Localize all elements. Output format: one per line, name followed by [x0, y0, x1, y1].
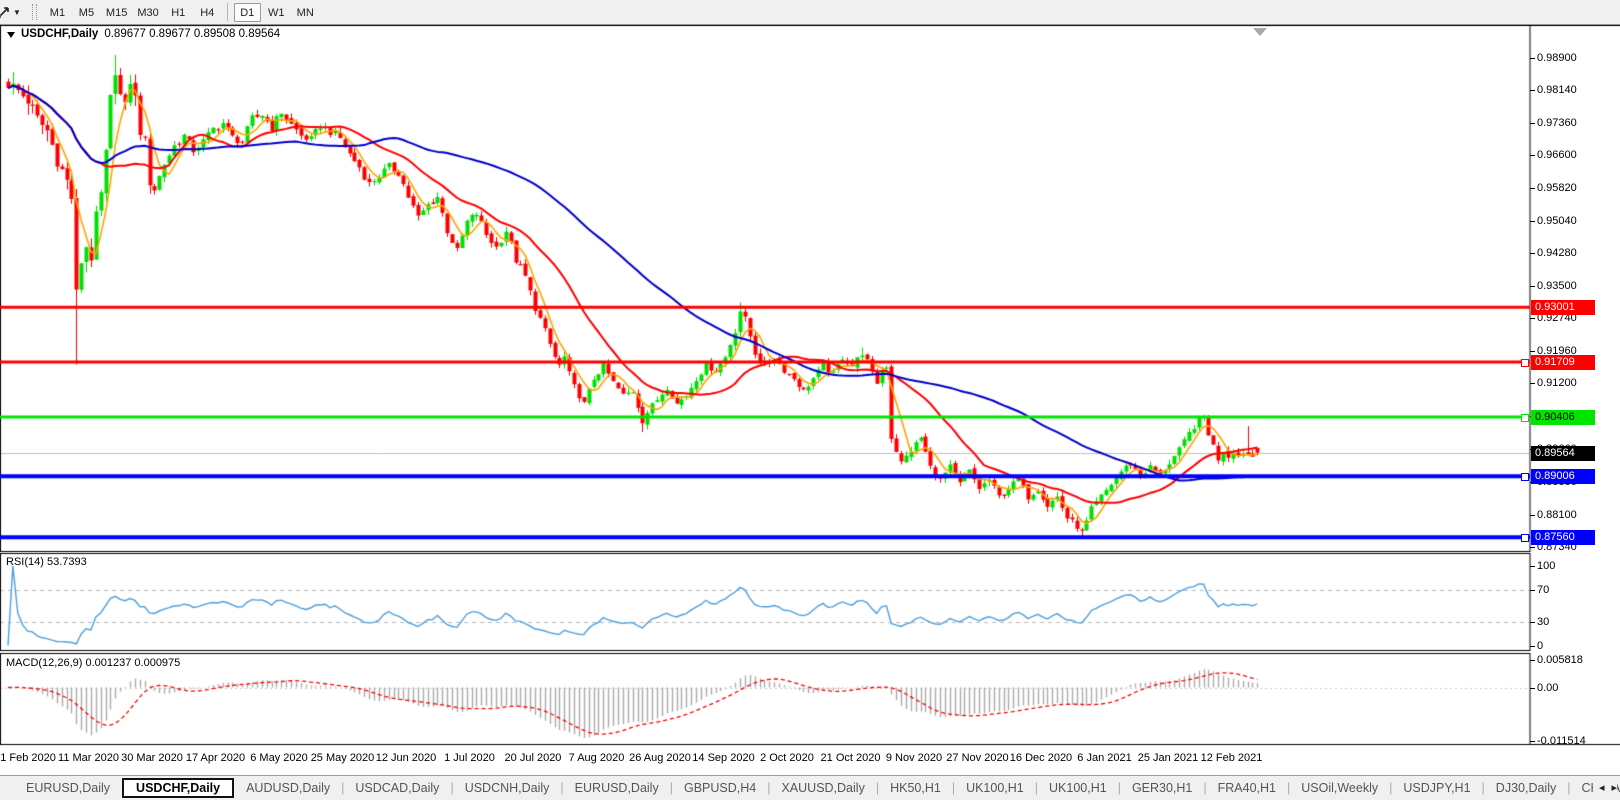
rsi-tick-label: 30 — [1537, 615, 1549, 629]
axis-tick-mark — [1530, 155, 1535, 156]
axis-tick-mark — [1530, 123, 1535, 124]
chart-tab-uk100-h1[interactable]: UK100,H1 — [956, 779, 1034, 797]
collapse-triangle-icon[interactable] — [7, 32, 15, 38]
axis-tick-mark — [1530, 90, 1535, 91]
axis-tick-mark — [1530, 622, 1535, 623]
chart-tab-usdjpy-h1[interactable]: USDJPY,H1 — [1393, 779, 1480, 797]
price-tick-label: 0.95820 — [1537, 181, 1577, 195]
axis-tick-mark — [1530, 58, 1535, 59]
hline-price-badge: 0.90406 — [1531, 410, 1595, 425]
chart-tab-usdcad-daily[interactable]: USDCAD,Daily — [345, 779, 449, 797]
axis-tick-mark — [1530, 741, 1535, 742]
hline-price-badge: 0.89006 — [1531, 469, 1595, 484]
axis-tick-mark — [1530, 318, 1535, 319]
price-tick-label: 0.91200 — [1537, 376, 1577, 390]
hline-price-badge: 0.91709 — [1531, 355, 1595, 370]
chart-tab-usdchf-daily[interactable]: USDCHF,Daily — [122, 778, 234, 798]
axis-tick-mark — [1530, 688, 1535, 689]
price-tick-label: 0.94280 — [1537, 246, 1577, 260]
price-tick-label: 0.98900 — [1537, 51, 1577, 65]
axis-tick-mark — [1530, 221, 1535, 222]
rsi-tick-label: 0 — [1537, 639, 1543, 653]
chart-tab-gbpusd-h4[interactable]: GBPUSD,H4 — [674, 779, 766, 797]
axis-tick-mark — [1530, 660, 1535, 661]
main-chart-pane[interactable] — [0, 26, 1530, 551]
price-tick-label: 0.96600 — [1537, 148, 1577, 162]
axis-tick-mark — [1530, 547, 1535, 548]
macd-pane[interactable] — [0, 654, 1530, 744]
tab-scroll-right-button[interactable]: ▸ — [1611, 781, 1617, 794]
chart-tab-ger30-h1[interactable]: GER30,H1 — [1122, 779, 1202, 797]
axis-tick-mark — [1530, 566, 1535, 567]
axis-tick-mark — [1530, 351, 1535, 352]
date-tick-label: 12 Feb 2021 — [1187, 752, 1277, 764]
current-price-badge: 0.89564 — [1531, 446, 1595, 461]
price-tick-label: 0.98140 — [1537, 83, 1577, 97]
axis-tick-mark — [1530, 253, 1535, 254]
tab-scroll-left-button[interactable]: ◂ — [1599, 781, 1605, 794]
price-tick-label: 0.93500 — [1537, 279, 1577, 293]
chart-tab-audusd-daily[interactable]: AUDUSD,Daily — [236, 779, 340, 797]
price-tick-label: 0.95040 — [1537, 214, 1577, 228]
price-tick-label: 0.88100 — [1537, 508, 1577, 522]
axis-tick-mark — [1530, 286, 1535, 287]
hline-handle[interactable] — [1521, 414, 1529, 422]
chart-tab-fra40-h1[interactable]: FRA40,H1 — [1208, 779, 1286, 797]
hline-handle[interactable] — [1521, 473, 1529, 481]
chart-tab-usoil-weekly[interactable]: USOil,Weekly — [1291, 779, 1388, 797]
chart-tab-eurusd-daily[interactable]: EURUSD,Daily — [16, 779, 120, 797]
chart-tab-dj30-daily[interactable]: DJ30,Daily — [1486, 779, 1566, 797]
scroll-end-marker-icon[interactable] — [1253, 28, 1267, 36]
chart-title: USDCHF,Daily 0.89677 0.89677 0.89508 0.8… — [7, 28, 280, 40]
macd-tick-label: -0.011514 — [1537, 734, 1586, 748]
hline-handle[interactable] — [1521, 534, 1529, 542]
axis-tick-mark — [1530, 188, 1535, 189]
chart-tab-usdcnh-daily[interactable]: USDCNH,Daily — [455, 779, 560, 797]
price-tick-label: 0.97360 — [1537, 116, 1577, 130]
rsi-pane[interactable] — [0, 553, 1530, 651]
hline-price-badge: 0.87560 — [1531, 530, 1595, 545]
macd-indicator-label: MACD(12,26,9) 0.001237 0.000975 — [6, 657, 180, 669]
tab-scroll-arrows: ◂ ▸ — [1593, 776, 1617, 799]
chart-ohlc-quote: 0.89677 0.89677 0.89508 0.89564 — [104, 28, 280, 40]
axis-tick-mark — [1530, 646, 1535, 647]
rsi-tick-label: 70 — [1537, 583, 1549, 597]
axis-tick-mark — [1530, 590, 1535, 591]
chart-symbol-label: USDCHF,Daily — [21, 28, 98, 40]
chart-tab-xauusd-daily[interactable]: XAUUSD,Daily — [771, 779, 874, 797]
chart-tab-bar: EURUSD,DailyUSDCHF,DailyAUDUSD,Daily|USD… — [0, 775, 1620, 800]
hline-handle[interactable] — [1521, 359, 1529, 367]
macd-tick-label: 0.00 — [1537, 681, 1558, 695]
rsi-indicator-label: RSI(14) 53.7393 — [6, 556, 87, 568]
hline-price-badge: 0.93001 — [1531, 300, 1595, 315]
chart-tab-hk50-h1[interactable]: HK50,H1 — [880, 779, 951, 797]
axis-tick-mark — [1530, 515, 1535, 516]
rsi-tick-label: 100 — [1537, 559, 1555, 573]
axis-tick-mark — [1530, 383, 1535, 384]
chart-tab-eurusd-daily[interactable]: EURUSD,Daily — [565, 779, 669, 797]
trading-app-window: ▼ M1M5M15M30H1H4D1W1MN USDCHF,Daily 0.89… — [0, 0, 1620, 800]
macd-tick-label: 0.005818 — [1537, 653, 1583, 667]
chart-tab-uk100-h1[interactable]: UK100,H1 — [1039, 779, 1117, 797]
